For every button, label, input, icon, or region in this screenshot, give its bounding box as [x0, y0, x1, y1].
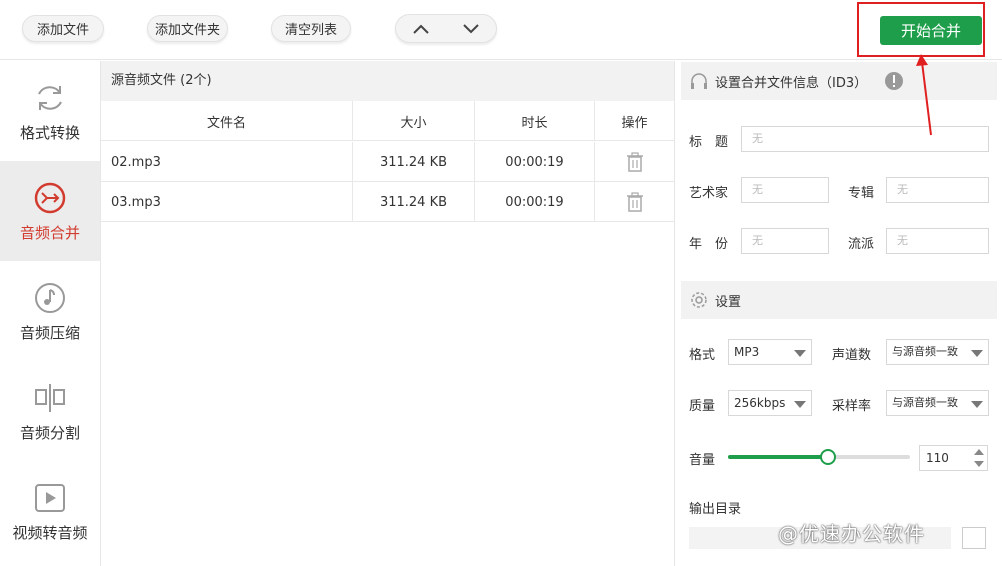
delete-button[interactable]: [595, 142, 674, 182]
channels-label: 声道数: [832, 348, 872, 363]
quality-value: 256kbps: [734, 396, 786, 410]
format-label: 格式: [689, 348, 716, 363]
samplerate-label: 采样率: [832, 399, 872, 414]
title-input[interactable]: 无: [741, 126, 989, 152]
add-folder-button[interactable]: 添加文件夹: [147, 15, 228, 42]
channels-select[interactable]: 与源音频一致: [886, 339, 989, 365]
merge-icon: [33, 181, 67, 215]
volume-slider[interactable]: [728, 449, 910, 465]
table-row[interactable]: 03.mp3 311.24 KB 00:00:19: [101, 182, 674, 222]
sidebar-item-audio-split[interactable]: 音频分割: [0, 361, 100, 461]
start-merge-button[interactable]: 开始合并: [880, 16, 982, 45]
file-duration: 00:00:19: [475, 182, 595, 222]
dropdown-arrow-icon: [971, 401, 983, 408]
settings-section-header: 设置: [681, 281, 997, 319]
settings-section-title: 设置: [715, 294, 742, 310]
add-file-button[interactable]: 添加文件: [22, 15, 104, 42]
volume-slider-handle[interactable]: [820, 449, 837, 465]
file-size: 311.24 KB: [353, 182, 475, 222]
sidebar-item-label: 音频分割: [19, 424, 80, 442]
trash-icon: [626, 192, 643, 212]
dropdown-arrow-icon: [794, 350, 806, 357]
file-duration: 00:00:19: [475, 142, 595, 182]
sidebar-item-audio-compress[interactable]: 音频压缩: [0, 261, 100, 361]
delete-button[interactable]: [595, 182, 674, 222]
sidebar-item-label: 视频转音频: [12, 524, 88, 542]
dropdown-arrow-icon: [971, 350, 983, 357]
chevron-up-icon: [413, 24, 429, 34]
genre-input[interactable]: 无: [886, 228, 989, 254]
sidebar: 格式转换 音频合并 音频压缩 音频分割 视频转音频: [0, 61, 101, 566]
album-input[interactable]: 无: [886, 177, 989, 203]
watermark: @优速办公软件: [778, 522, 925, 546]
top-toolbar: 添加文件 添加文件夹 清空列表 开始合并: [0, 0, 1002, 60]
file-size: 311.24 KB: [353, 142, 475, 182]
format-select[interactable]: MP3: [728, 339, 812, 365]
play-video-icon: [33, 481, 67, 515]
quality-label: 质量: [689, 399, 716, 414]
sidebar-item-format-convert[interactable]: 格式转换: [0, 61, 100, 161]
spin-arrows-icon[interactable]: [974, 449, 984, 467]
year-input[interactable]: 无: [741, 228, 829, 254]
trash-icon: [626, 152, 643, 172]
move-down-button[interactable]: [446, 15, 496, 42]
artist-input[interactable]: 无: [741, 177, 829, 203]
move-up-button[interactable]: [396, 15, 446, 42]
sidebar-item-label: 音频合并: [19, 224, 80, 242]
album-label: 专辑: [848, 186, 875, 201]
genre-label: 流派: [848, 237, 875, 252]
split-icon: [33, 381, 67, 415]
chevron-down-icon: [463, 23, 479, 33]
file-list-title: 源音频文件 (2个): [101, 61, 674, 101]
browse-folder-button[interactable]: [962, 527, 986, 549]
format-value: MP3: [734, 345, 760, 359]
file-name: 02.mp3: [101, 142, 353, 182]
volume-slider-fill: [728, 455, 829, 459]
id3-section-title: 设置合并文件信息（ID3）: [715, 75, 868, 91]
file-name: 03.mp3: [101, 182, 353, 222]
quality-select[interactable]: 256kbps: [728, 390, 812, 416]
output-dir-label: 输出目录: [689, 502, 742, 517]
move-buttons: [395, 14, 497, 43]
dropdown-arrow-icon: [794, 401, 806, 408]
sidebar-item-video-to-audio[interactable]: 视频转音频: [0, 461, 100, 561]
refresh-icon: [33, 81, 67, 115]
table-header: 文件名 大小 时长 操作: [101, 101, 674, 141]
sidebar-item-audio-merge[interactable]: 音频合并: [0, 161, 100, 261]
artist-label: 艺术家: [689, 186, 729, 201]
year-label: 年 份: [689, 237, 729, 252]
samplerate-value: 与源音频一致: [892, 396, 958, 409]
clear-list-button[interactable]: 清空列表: [271, 15, 351, 42]
volume-spinbox[interactable]: 110: [919, 445, 988, 471]
title-label: 标 题: [689, 135, 729, 150]
sidebar-item-label: 音频压缩: [19, 324, 80, 342]
volume-value: 110: [926, 451, 949, 465]
column-header-name: 文件名: [101, 101, 353, 141]
gear-icon: [691, 292, 707, 308]
samplerate-select[interactable]: 与源音频一致: [886, 390, 989, 416]
volume-label: 音量: [689, 453, 716, 468]
info-icon[interactable]: [884, 71, 904, 91]
headphones-icon: [691, 73, 707, 89]
column-header-size: 大小: [353, 101, 475, 141]
column-header-duration: 时长: [475, 101, 595, 141]
file-list-panel: 源音频文件 (2个) 文件名 大小 时长 操作 02.mp3 311.24 KB…: [101, 61, 674, 566]
table-row[interactable]: 02.mp3 311.24 KB 00:00:19: [101, 142, 674, 182]
id3-section-header: 设置合并文件信息（ID3）: [681, 62, 997, 100]
column-header-actions: 操作: [621, 115, 648, 131]
sidebar-item-label: 格式转换: [19, 124, 80, 142]
channels-value: 与源音频一致: [892, 345, 958, 358]
music-note-icon: [33, 281, 67, 315]
